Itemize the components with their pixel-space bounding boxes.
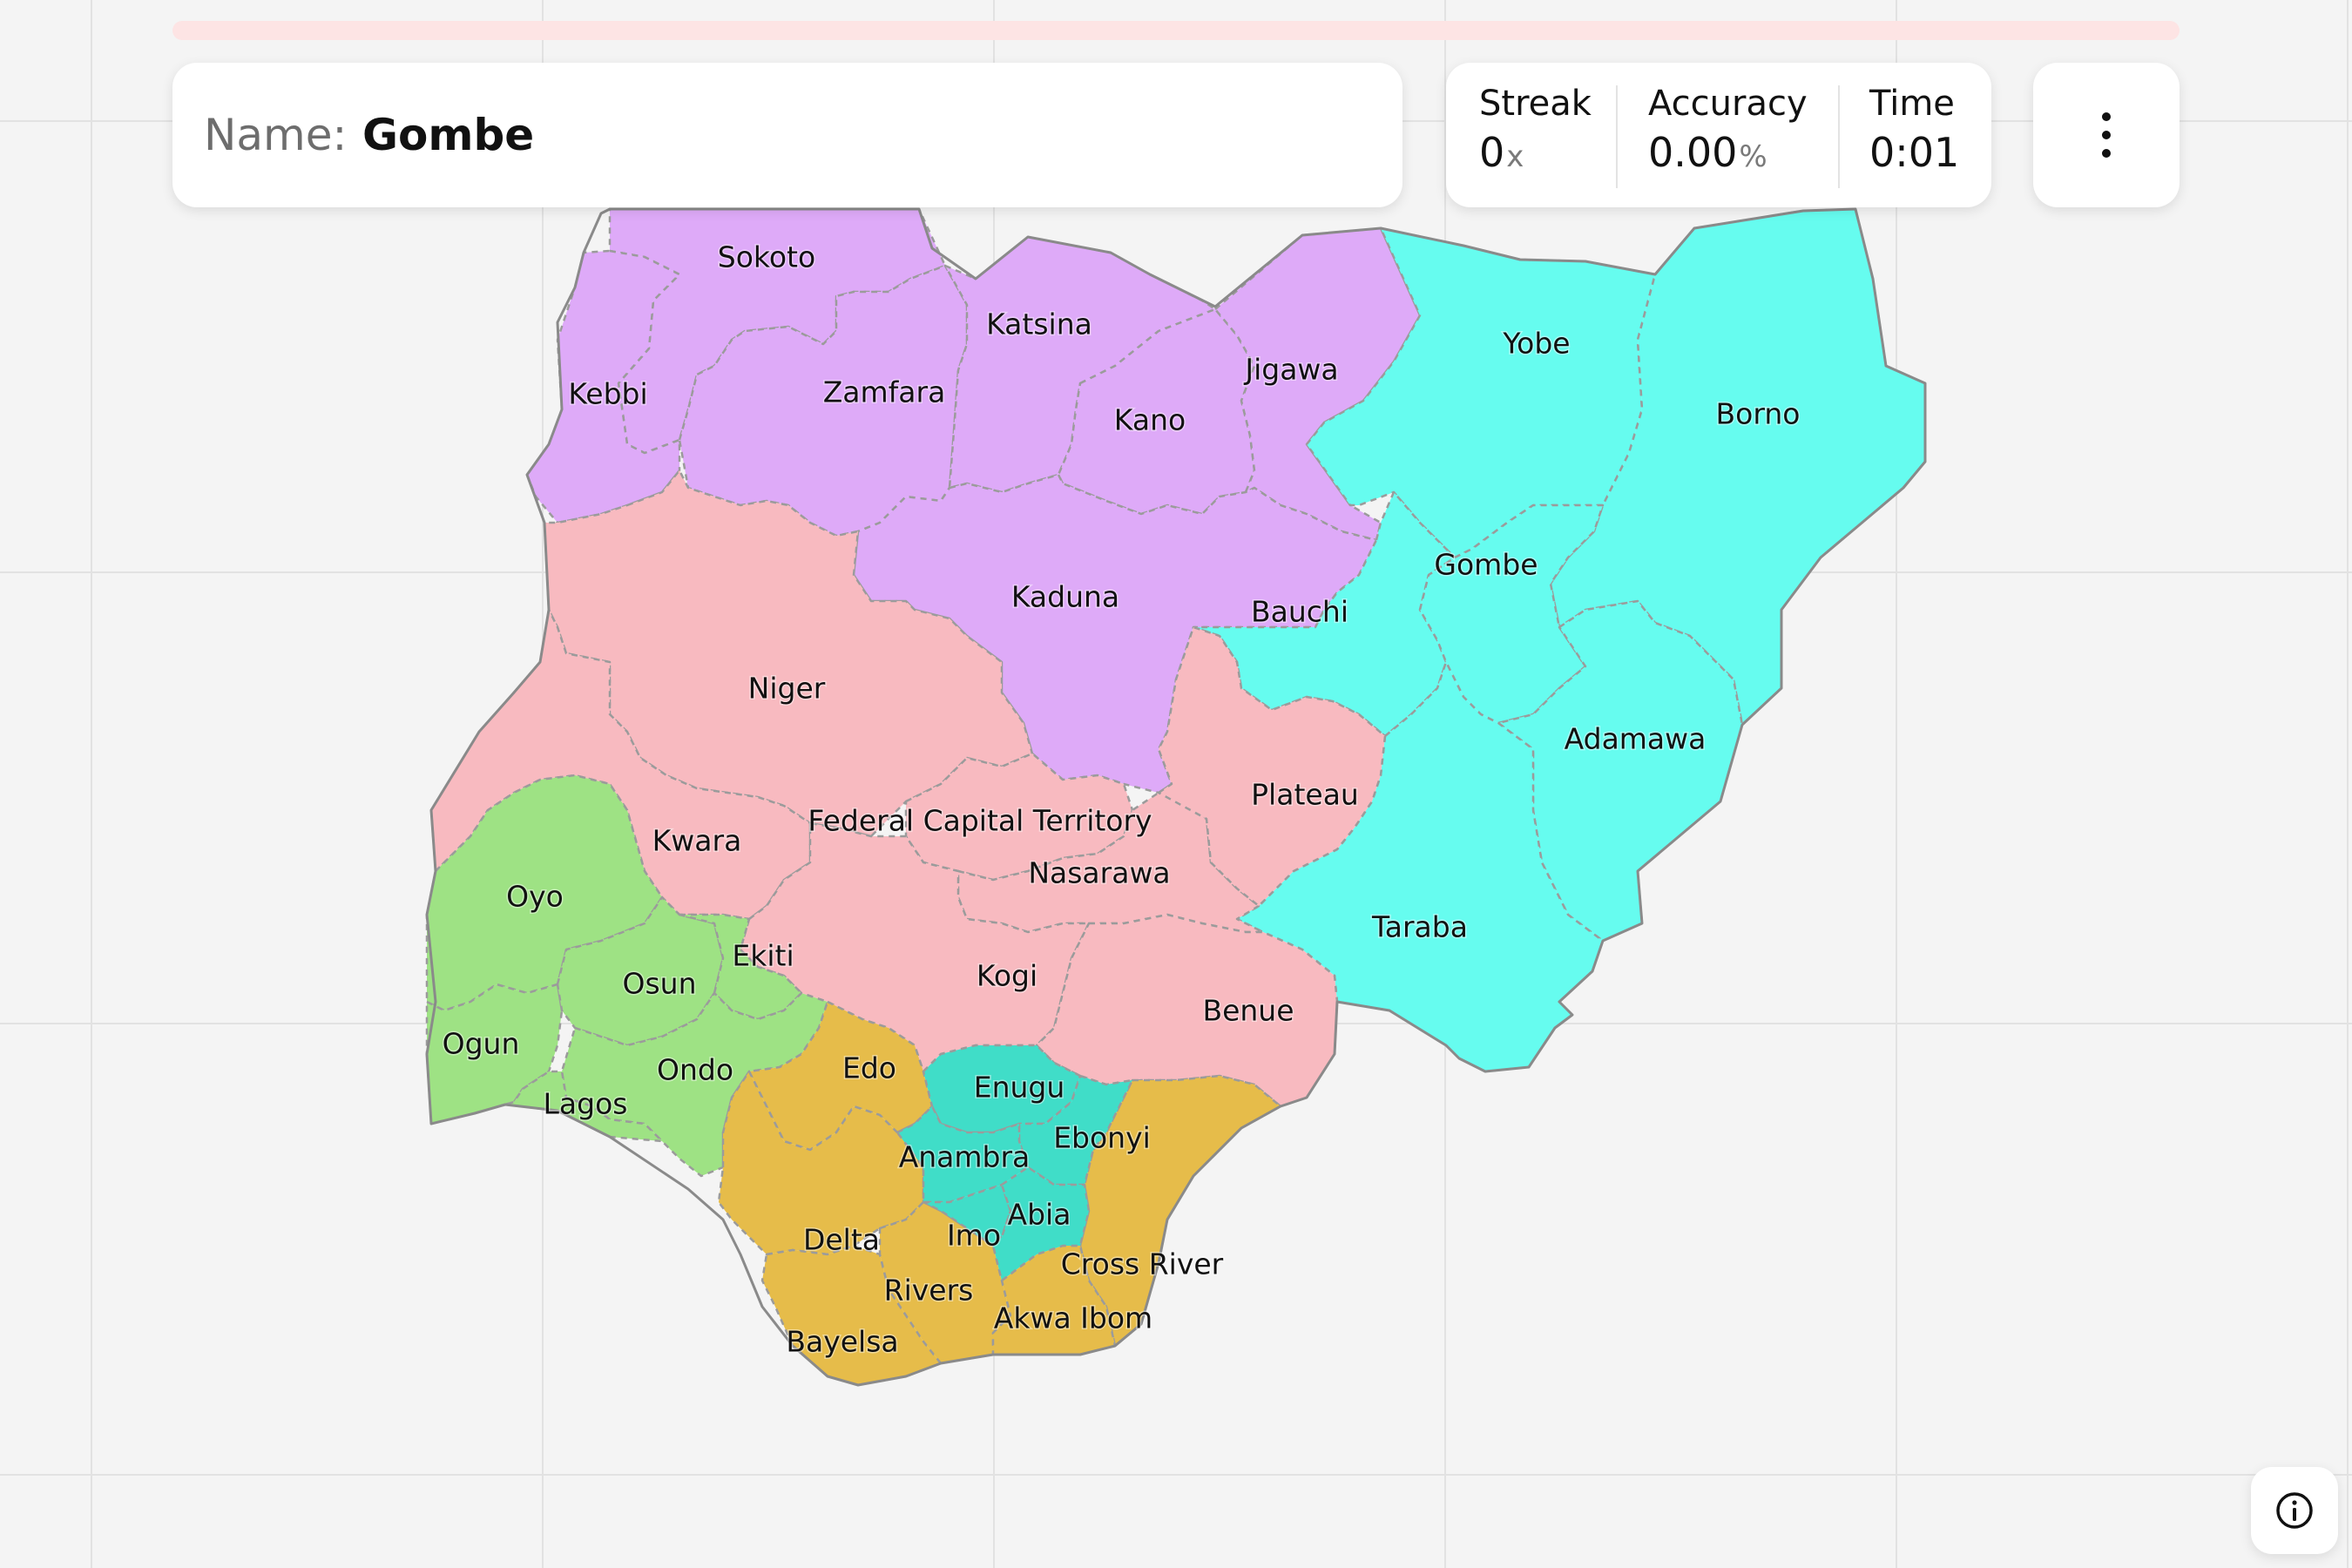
state-label-niger: Niger: [748, 672, 826, 706]
accuracy-value: 0.00: [1648, 129, 1738, 176]
streak-value: 0: [1479, 129, 1505, 176]
name-label: Name:: [204, 110, 348, 160]
state-label-benue: Benue: [1202, 994, 1294, 1028]
time-value: 0:01: [1869, 129, 1960, 176]
state-label-enugu: Enugu: [974, 1071, 1065, 1105]
info-icon: [2276, 1492, 2313, 1529]
state-label-edo: Edo: [842, 1051, 896, 1085]
state-label-jigawa: Jigawa: [1243, 353, 1338, 387]
state-label-abia: Abia: [1008, 1198, 1071, 1232]
more-options-button[interactable]: [2033, 63, 2180, 207]
state-label-ebonyi: Ebonyi: [1053, 1121, 1151, 1155]
state-label-gombe: Gombe: [1434, 548, 1538, 582]
state-label-federal-capital-territory: Federal Capital Territory: [808, 804, 1152, 838]
state-label-anambra: Anambra: [899, 1140, 1031, 1174]
state-label-plateau: Plateau: [1251, 778, 1359, 812]
name-card: Name: Gombe: [172, 63, 1402, 207]
state-label-kogi: Kogi: [977, 959, 1037, 993]
state-label-bayelsa: Bayelsa: [786, 1325, 898, 1359]
state-label-kaduna: Kaduna: [1011, 580, 1119, 614]
accuracy-unit: %: [1739, 139, 1767, 174]
time-stat: Time 0:01: [1869, 84, 1959, 176]
state-label-katsina: Katsina: [986, 308, 1092, 341]
stats-divider: [1616, 85, 1618, 188]
time-label: Time: [1869, 84, 1955, 124]
streak-stat: Streak 0x: [1479, 84, 1592, 176]
state-label-zamfara: Zamfara: [823, 375, 946, 409]
stats-divider: [1838, 85, 1840, 188]
state-label-bauchi: Bauchi: [1251, 595, 1348, 629]
state-label-delta: Delta: [803, 1223, 880, 1257]
target-name: Gombe: [362, 110, 535, 160]
state-label-kwara: Kwara: [652, 824, 742, 858]
state-label-akwa-ibom: Akwa Ibom: [994, 1301, 1152, 1335]
state-label-imo: Imo: [947, 1219, 1001, 1253]
state-label-taraba: Taraba: [1371, 910, 1468, 944]
state-label-kebbi: Kebbi: [568, 377, 647, 411]
streak-unit: x: [1506, 139, 1524, 174]
state-label-osun: Osun: [623, 967, 697, 1001]
state-label-ekiti: Ekiti: [732, 939, 794, 973]
stats-card: Streak 0x Accuracy 0.00% Time 0:01: [1446, 63, 1991, 207]
streak-label: Streak: [1479, 84, 1592, 124]
info-button[interactable]: [2251, 1467, 2338, 1554]
state-label-adamawa: Adamawa: [1565, 722, 1707, 756]
accuracy-stat: Accuracy 0.00%: [1648, 84, 1808, 176]
state-label-ogun: Ogun: [443, 1027, 520, 1061]
state-label-rivers: Rivers: [884, 1274, 974, 1308]
state-label-yobe: Yobe: [1502, 327, 1570, 361]
state-label-sokoto: Sokoto: [718, 240, 815, 274]
state-label-lagos: Lagos: [544, 1087, 628, 1121]
accuracy-label: Accuracy: [1648, 84, 1808, 124]
more-vertical-icon: [2102, 112, 2111, 158]
state-label-ondo: Ondo: [657, 1053, 733, 1087]
state-label-kano: Kano: [1114, 403, 1186, 437]
state-label-cross-river: Cross River: [1061, 1247, 1224, 1281]
nigeria-map: Sokoto Kebbi Zamfara Katsina Kano Jigawa Kadun…: [425, 207, 1927, 1387]
state-label-nasarawa: Nasarawa: [1028, 856, 1170, 890]
state-label-borno: Borno: [1716, 397, 1801, 431]
state-label-oyo: Oyo: [506, 880, 564, 914]
